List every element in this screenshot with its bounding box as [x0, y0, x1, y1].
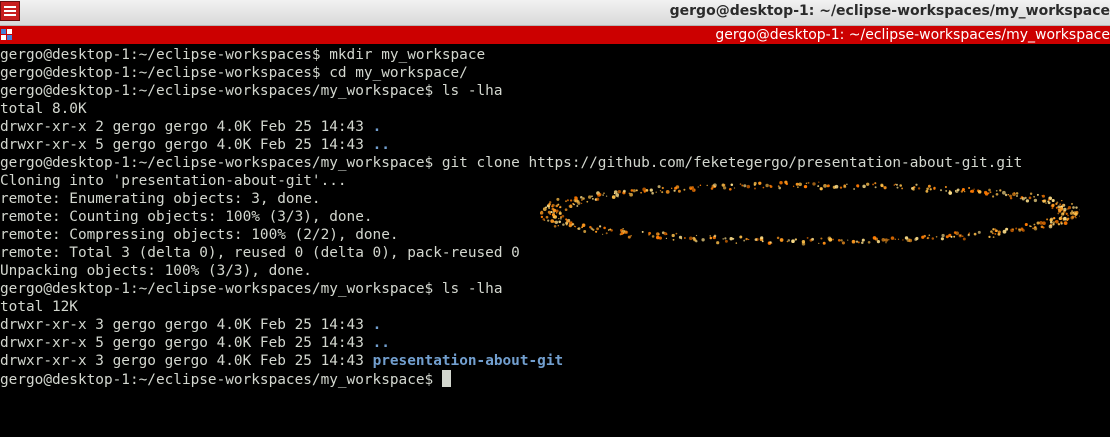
terminal-line: remote: Enumerating objects: 3, done.: [0, 190, 321, 208]
terminal-text: total 8.0K: [0, 101, 87, 117]
terminal-text: drwxr-xr-x 2 gergo gergo 4.0K Feb 25 14:…: [0, 119, 373, 135]
terminal-text: total 12K: [0, 299, 78, 315]
terminal-text: Cloning into 'presentation-about-git'...: [0, 173, 347, 189]
text-cursor: [441, 370, 451, 387]
terminal-text: drwxr-xr-x 5 gergo gergo 4.0K Feb 25 14:…: [0, 137, 373, 153]
window-title: gergo@desktop-1: ~/eclipse-workspaces/my…: [669, 3, 1110, 19]
directory-entry: .: [372, 317, 382, 333]
terminal-text: remote: Total 3 (delta 0), reused 0 (del…: [0, 245, 520, 261]
directory-entry: .: [372, 119, 382, 135]
terminal-text: gergo@desktop-1:~/eclipse-workspaces$ mk…: [0, 47, 486, 63]
terminal-line: drwxr-xr-x 3 gergo gergo 4.0K Feb 25 14:…: [0, 352, 563, 370]
terminal-line: Cloning into 'presentation-about-git'...: [0, 172, 347, 190]
terminal-line: drwxr-xr-x 3 gergo gergo 4.0K Feb 25 14:…: [0, 316, 381, 334]
terminal-line: gergo@desktop-1:~/eclipse-workspaces$ cd…: [0, 64, 468, 82]
terminal-line: drwxr-xr-x 2 gergo gergo 4.0K Feb 25 14:…: [0, 118, 381, 136]
terminal-line: drwxr-xr-x 5 gergo gergo 4.0K Feb 25 14:…: [0, 334, 390, 352]
terminal-line: drwxr-xr-x 5 gergo gergo 4.0K Feb 25 14:…: [0, 136, 390, 154]
terminal-line: remote: Total 3 (delta 0), reused 0 (del…: [0, 244, 520, 262]
terminal-line: total 8.0K: [0, 100, 87, 118]
terminal-line: gergo@desktop-1:~/eclipse-workspaces/my_…: [0, 82, 503, 100]
window-menu-icon[interactable]: [0, 1, 20, 21]
window-titlebar: gergo@desktop-1: ~/eclipse-workspaces/my…: [0, 0, 1110, 26]
tab-bar: gergo@desktop-1: ~/eclipse-workspaces/my…: [0, 26, 1110, 44]
terminal-text: drwxr-xr-x 3 gergo gergo 4.0K Feb 25 14:…: [0, 353, 373, 369]
sparkle-highlight-ring: [540, 180, 1080, 246]
terminal-output[interactable]: gergo@desktop-1:~/eclipse-workspaces/my_…: [0, 45, 1110, 437]
terminal-line: remote: Counting objects: 100% (3/3), do…: [0, 208, 373, 226]
terminal-text: remote: Compressing objects: 100% (2/2),…: [0, 227, 399, 243]
terminal-text: gergo@desktop-1:~/eclipse-workspaces$ cd…: [0, 65, 468, 81]
terminal-line: total 12K: [0, 298, 78, 316]
terminal-text: gergo@desktop-1:~/eclipse-workspaces/my_…: [0, 83, 503, 99]
terminal-text: gergo@desktop-1:~/eclipse-workspaces/my_…: [0, 372, 442, 388]
terminal-text: drwxr-xr-x 3 gergo gergo 4.0K Feb 25 14:…: [0, 317, 373, 333]
terminal-line: gergo@desktop-1:~/eclipse-workspaces$ mk…: [0, 46, 485, 64]
terminal-text: Unpacking objects: 100% (3/3), done.: [0, 263, 312, 279]
terminal-tab-icon[interactable]: [1, 29, 13, 41]
terminal-text: remote: Counting objects: 100% (3/3), do…: [0, 209, 373, 225]
tab-title[interactable]: gergo@desktop-1: ~/eclipse-workspaces/my…: [715, 27, 1110, 43]
terminal-line: gergo@desktop-1:~/eclipse-workspaces/my_…: [0, 280, 503, 298]
terminal-text: gergo@desktop-1:~/eclipse-workspaces/my_…: [0, 155, 1023, 171]
directory-entry: ..: [372, 335, 390, 351]
terminal-line: gergo@desktop-1:~/eclipse-workspaces/my_…: [0, 154, 1022, 172]
terminal-text: drwxr-xr-x 5 gergo gergo 4.0K Feb 25 14:…: [0, 335, 373, 351]
terminal-line: Unpacking objects: 100% (3/3), done.: [0, 262, 312, 280]
terminal-text: remote: Enumerating objects: 3, done.: [0, 191, 321, 207]
directory-entry: ..: [372, 137, 390, 153]
terminal-text: gergo@desktop-1:~/eclipse-workspaces/my_…: [0, 281, 503, 297]
terminal-line: gergo@desktop-1:~/eclipse-workspaces/my_…: [0, 370, 451, 388]
directory-entry: presentation-about-git: [372, 353, 564, 369]
terminal-line: remote: Compressing objects: 100% (2/2),…: [0, 226, 399, 244]
